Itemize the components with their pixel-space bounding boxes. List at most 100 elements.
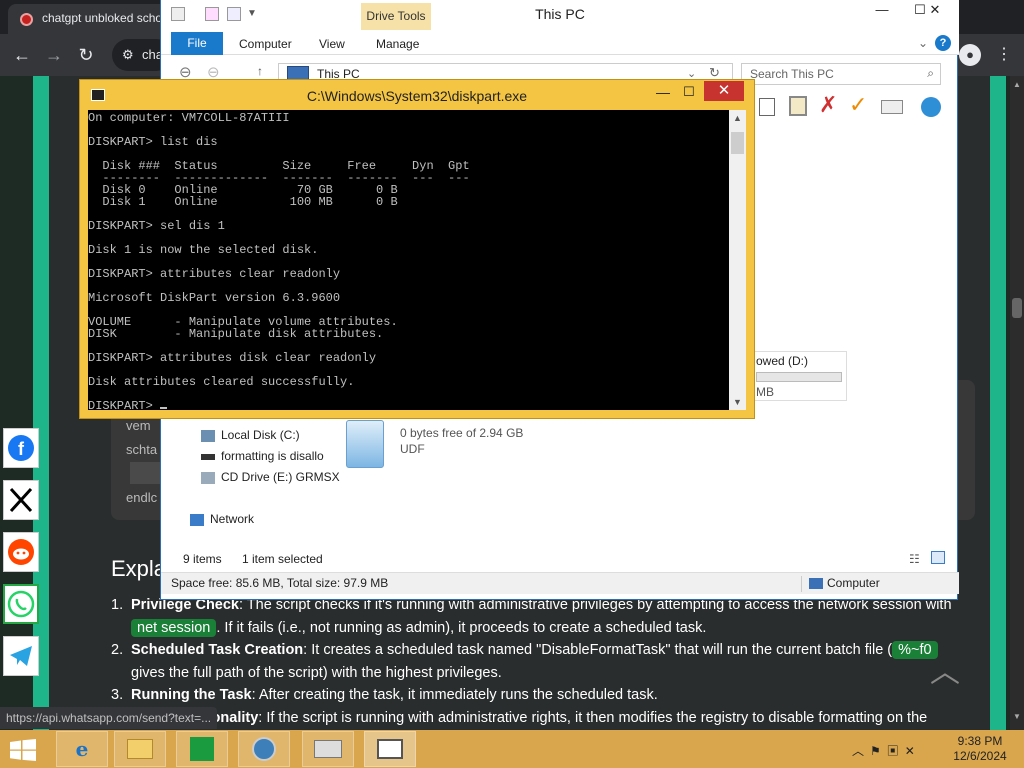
menu-dots-icon[interactable]: ⋮ <box>996 44 1012 66</box>
ribbon-expand-icon[interactable]: ⌄ <box>918 36 928 50</box>
scroll-to-top-icon[interactable]: ︿ <box>930 658 960 688</box>
console-scrollbar[interactable]: ▲ ▼ <box>729 110 746 410</box>
tab-manage[interactable]: Manage <box>376 37 419 51</box>
scroll-up-arrow-icon[interactable]: ▲ <box>1013 80 1021 89</box>
taskbar: e ︿⚑▣✕ 9:38 PM 12/6/2024 <box>0 730 1024 768</box>
tab-title: chatgpt unbloked scho <box>42 11 163 25</box>
nav-item-cd-drive[interactable]: CD Drive (E:) GRMSX <box>201 470 351 490</box>
scroll-down-arrow-icon[interactable]: ▼ <box>729 397 746 407</box>
code-line: schta <box>126 442 158 457</box>
rename-check-icon[interactable]: ✓ <box>849 92 867 118</box>
file-explorer-taskbar-button[interactable] <box>114 731 166 767</box>
network-tray-icon[interactable]: ▣ <box>887 744 905 758</box>
tab-view[interactable]: View <box>319 37 345 51</box>
paste-icon[interactable] <box>789 96 807 116</box>
nav-item-local-disk[interactable]: Local Disk (C:) <box>201 428 351 448</box>
code-line: vem <box>126 418 151 433</box>
svg-text:f: f <box>18 439 25 459</box>
folder-icon <box>127 739 153 759</box>
app-taskbar-button[interactable] <box>302 731 354 767</box>
nav-item-usb[interactable]: formatting is disallo <box>201 449 351 469</box>
explorer-search-input[interactable]: Search This PC ⌕ <box>741 63 941 85</box>
explanation-item: 2. Scheduled Task Creation: It creates a … <box>111 639 971 684</box>
tab-file[interactable]: File <box>171 32 223 55</box>
search-icon: ⌕ <box>927 66 934 80</box>
copy-icon[interactable] <box>759 98 775 116</box>
accent-border-left <box>33 76 49 730</box>
selected-count: 1 item selected <box>242 552 323 566</box>
properties-toolbar-icon[interactable] <box>881 100 903 114</box>
console-line: Disk 1 is now the selected disk. <box>88 243 319 257</box>
tab-computer[interactable]: Computer <box>239 37 292 51</box>
reddit-share-button[interactable] <box>3 532 39 572</box>
start-windows-icon[interactable] <box>10 739 36 761</box>
item-number: 3. <box>111 687 124 703</box>
details-view-icon[interactable]: ☷ <box>909 552 920 566</box>
page-scrollbar[interactable]: ▲ ▼ <box>1010 76 1024 730</box>
nav-item-network[interactable]: Network <box>190 512 340 532</box>
item-text: . If it fails (i.e., not running as admi… <box>216 619 707 636</box>
drive-tile-label: owed (D:) <box>756 354 809 368</box>
x-icon <box>9 487 33 513</box>
tab-favicon-icon <box>20 13 33 26</box>
profile-icon[interactable]: ● <box>959 44 981 66</box>
close-button[interactable]: ✕ <box>704 81 744 101</box>
network-location-icon[interactable] <box>921 97 941 117</box>
maximize-button[interactable]: ☐ <box>678 84 700 102</box>
delete-icon[interactable]: ✗ <box>819 92 837 118</box>
drive-tools-label: Drive Tools <box>361 3 431 30</box>
scroll-up-arrow-icon[interactable]: ▲ <box>729 113 746 123</box>
browser-tab[interactable]: chatgpt unbloked scho <box>8 4 178 34</box>
console-line: DISKPART> list dis <box>88 135 218 149</box>
explanation-item: 3. Running the Task: After creating the t… <box>111 684 971 707</box>
console-line: DISK - Manipulate disk attributes. <box>88 327 384 341</box>
system-tray: ︿⚑▣✕ <box>852 742 921 759</box>
telegram-share-button[interactable] <box>3 636 39 676</box>
status-url-bar: https://api.whatsapp.com/send?text=... <box>0 707 218 729</box>
forward-arrow-icon[interactable]: → <box>42 43 66 67</box>
volume-muted-icon[interactable]: ✕ <box>905 744 921 758</box>
console-line: DISKPART> sel dis 1 <box>88 219 225 233</box>
nav-item-label: Local Disk (C:) <box>221 428 300 442</box>
minimize-button[interactable]: — <box>652 84 674 102</box>
minimize-button[interactable]: — <box>861 0 903 20</box>
site-info-icon[interactable]: ⚙ <box>122 47 134 63</box>
divider <box>801 576 802 592</box>
scroll-down-arrow-icon[interactable]: ▼ <box>1013 712 1021 721</box>
reload-icon[interactable]: ↻ <box>74 43 98 67</box>
console-output[interactable]: On computer: VM7COLL-87ATIII DISKPART> li… <box>88 110 729 410</box>
item-text: gives the full path of the script) with … <box>131 664 502 681</box>
item-count: 9 items <box>183 552 222 566</box>
show-hidden-icons-icon[interactable]: ︿ <box>852 744 870 758</box>
scanner-icon <box>314 740 342 758</box>
cmd-taskbar-button[interactable] <box>364 731 416 767</box>
diskpart-window: C:\Windows\System32\diskpart.exe — ☐ ✕ O… <box>79 79 755 419</box>
explanation-item: 1. Privilege Check: The script checks if … <box>111 594 971 639</box>
diskpart-title-bar[interactable]: C:\Windows\System32\diskpart.exe — ☐ ✕ <box>80 80 754 110</box>
facebook-share-button[interactable]: f <box>3 428 39 468</box>
back-arrow-icon[interactable]: ← <box>10 43 34 67</box>
explorer-title-bar[interactable]: ▼ This PC Drive Tools — ☐ ✕ <box>161 0 959 30</box>
usb-drive-icon <box>201 453 215 460</box>
store-icon <box>190 737 214 761</box>
close-button[interactable]: ✕ <box>915 0 955 20</box>
chrome-taskbar-button[interactable] <box>238 731 290 767</box>
large-icons-view-icon[interactable] <box>931 551 945 564</box>
computer-ribbon-icons: ✗ ✓ <box>759 92 949 120</box>
explorer-details-bar: Space free: 85.6 MB, Total size: 97.9 MB… <box>161 572 959 594</box>
ie-taskbar-button[interactable]: e <box>56 731 108 767</box>
console-scroll-thumb[interactable] <box>731 132 744 154</box>
help-icon[interactable]: ? <box>935 35 951 51</box>
up-arrow-icon[interactable]: ↑ <box>257 64 263 78</box>
reddit-icon <box>8 539 34 565</box>
drive-tile-d[interactable]: owed (D:) MB <box>749 351 847 401</box>
page-scroll-thumb[interactable] <box>1012 298 1022 318</box>
dvd-free-space: 0 bytes free of 2.94 GB <box>400 426 524 440</box>
item-title: Running the Task <box>131 687 252 703</box>
store-taskbar-button[interactable] <box>176 731 228 767</box>
x-share-button[interactable] <box>3 480 39 520</box>
console-line: Microsoft DiskPart version 6.3.9600 <box>88 291 341 305</box>
taskbar-clock[interactable]: 9:38 PM 12/6/2024 <box>950 734 1010 764</box>
flag-icon[interactable]: ⚑ <box>870 744 887 758</box>
whatsapp-share-button[interactable] <box>3 584 39 624</box>
